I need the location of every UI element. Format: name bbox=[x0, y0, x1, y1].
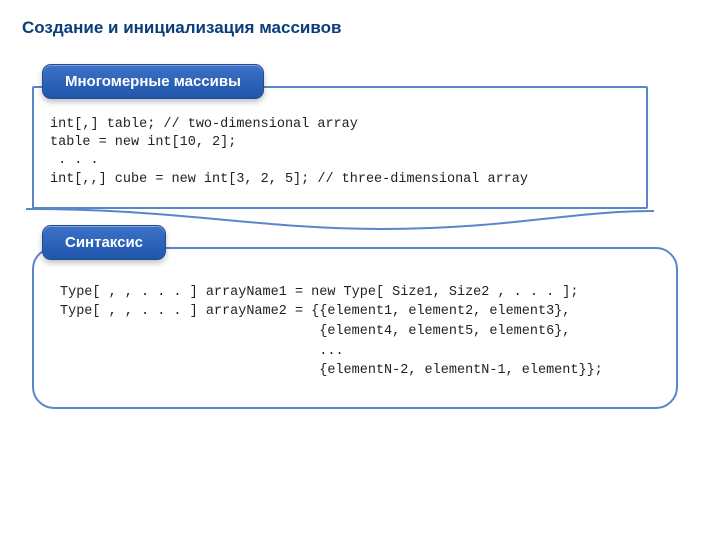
page-title: Создание и инициализация массивов bbox=[22, 18, 698, 38]
section-heading-syntax: Синтаксис bbox=[42, 225, 166, 260]
section-syntax: Синтаксис Type[ , , . . . ] arrayName1 =… bbox=[22, 247, 698, 409]
code-block-multidim: int[,] table; // two-dimensional array t… bbox=[32, 86, 648, 209]
code-block-syntax: Type[ , , . . . ] arrayName1 = new Type[… bbox=[32, 247, 678, 409]
section-heading-multidim: Многомерные массивы bbox=[42, 64, 264, 99]
section-multidim: Многомерные массивы int[,] table; // two… bbox=[22, 86, 698, 209]
